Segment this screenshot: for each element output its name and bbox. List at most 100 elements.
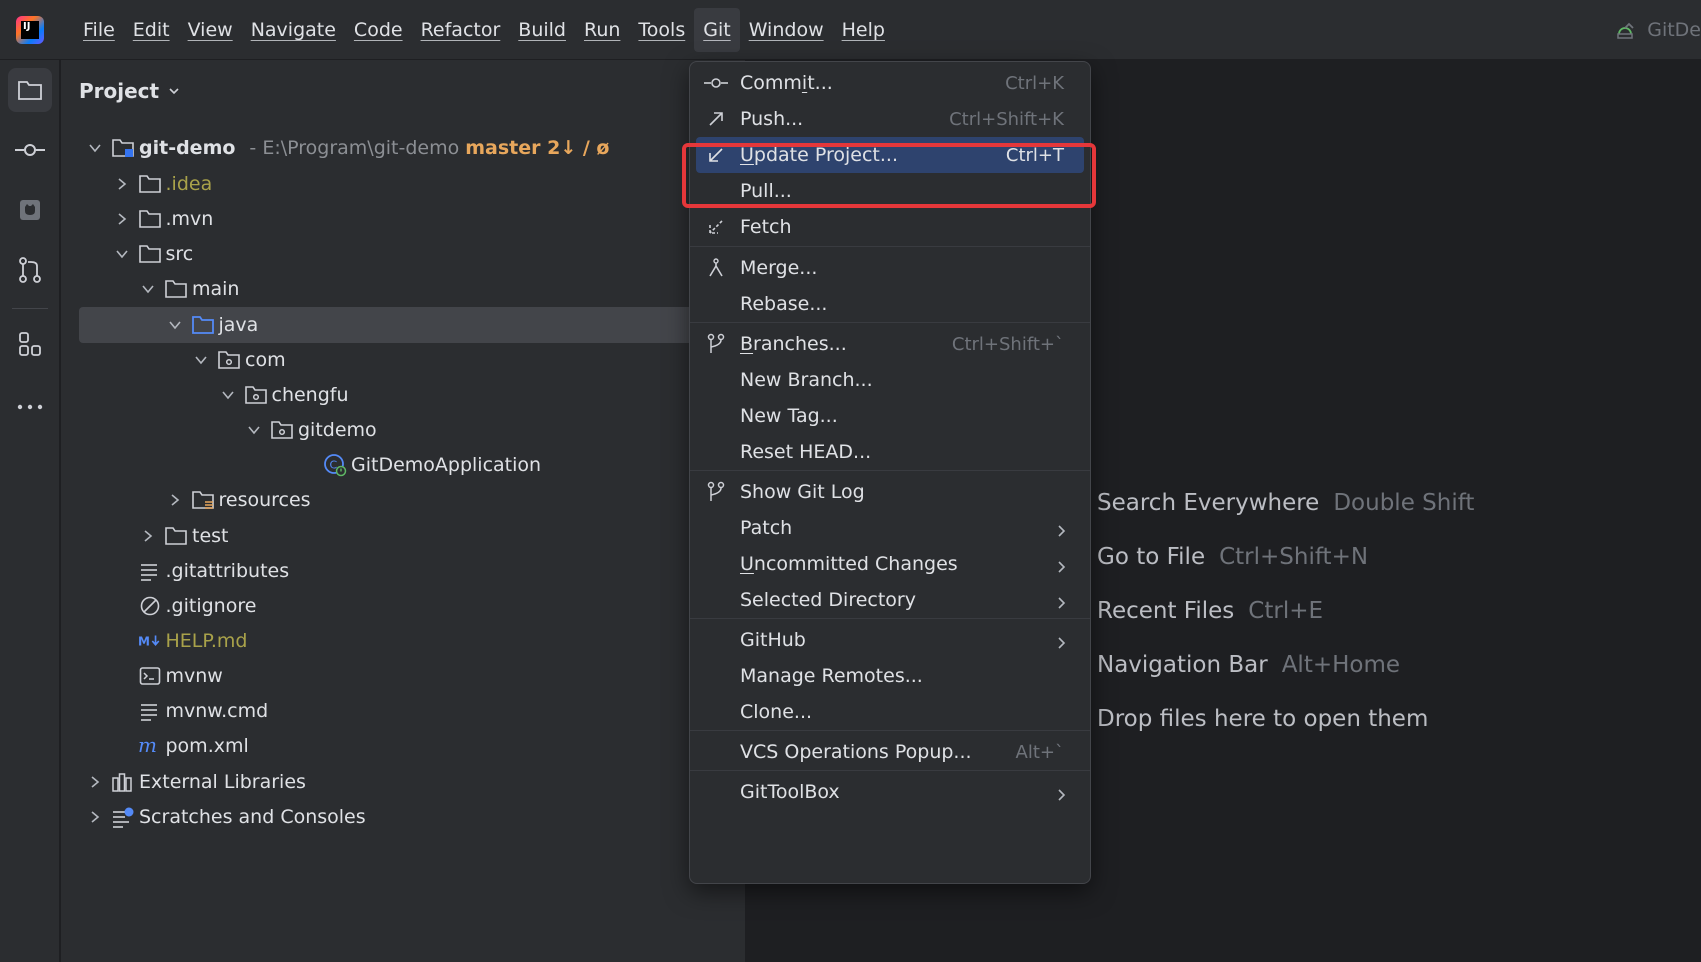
tree-item[interactable]: chengfu	[79, 377, 746, 413]
tree-item[interactable]: mvnw.cmd	[79, 693, 746, 729]
git-menu-new-branch[interactable]: New Branch...	[696, 362, 1084, 398]
commit-tool-button[interactable]	[8, 128, 52, 172]
git-menu-show-git-log[interactable]: Show Git Log	[696, 474, 1084, 510]
tree-root-git-demo[interactable]: git-demo - E:\Program\git-demo master 2↓…	[79, 130, 746, 166]
tree-item[interactable]: C GitDemoApplication	[79, 447, 746, 483]
folder-icon	[138, 172, 162, 196]
git-menu-gittoolbox[interactable]: GitToolBox	[696, 774, 1084, 810]
chevron-down-icon	[169, 88, 179, 95]
tree-item[interactable]: com	[79, 342, 746, 378]
tree-item[interactable]: mvnw	[79, 658, 746, 694]
tree-item[interactable]: m pom.xml	[79, 728, 746, 764]
shortcut-hint: Ctrl+K	[1005, 72, 1064, 94]
menu-edit[interactable]: Edit	[124, 8, 179, 52]
main-menu: File Edit View Navigate Code Refactor Build Run…	[74, 0, 894, 59]
menu-separator	[690, 322, 1090, 323]
git-menu-reset-head[interactable]: Reset HEAD...	[696, 434, 1084, 470]
chevron-right-icon[interactable]	[85, 807, 105, 827]
git-menu-manage-remotes[interactable]: Manage Remotes...	[696, 658, 1084, 694]
tree-item-label: GitDemoApplication	[351, 454, 542, 477]
chevron-right-icon[interactable]	[165, 490, 185, 510]
intellij-logo-icon[interactable]	[16, 15, 44, 44]
git-menu-push[interactable]: Push... Ctrl+Shift+K	[696, 101, 1084, 137]
chevron-down-icon[interactable]	[85, 138, 105, 158]
chevron-right-icon[interactable]	[85, 772, 105, 792]
pull-requests-tool-button[interactable]	[8, 248, 52, 292]
git-menu-fetch[interactable]: Fetch	[696, 209, 1084, 245]
tree-item[interactable]: .gitattributes	[79, 553, 746, 589]
tree-item[interactable]: test	[79, 518, 746, 554]
chevron-right-icon[interactable]	[138, 526, 158, 546]
github-tool-button[interactable]	[8, 188, 52, 232]
menu-build[interactable]: Build	[509, 8, 575, 52]
hint-shortcut: Ctrl+E	[1248, 598, 1324, 624]
menu-separator	[690, 770, 1090, 771]
project-view-selector[interactable]: Project	[79, 76, 181, 106]
tree-item[interactable]: gitdemo	[79, 412, 746, 448]
project-tool-button[interactable]	[8, 68, 52, 112]
menu-git[interactable]: Git	[694, 7, 740, 52]
tree-item[interactable]: M HELP.md	[79, 623, 746, 659]
git-menu-rebase[interactable]: Rebase...	[696, 286, 1084, 322]
menu-help[interactable]: Help	[833, 8, 894, 52]
structure-tool-button[interactable]	[8, 322, 52, 366]
tree-item-label: com	[245, 348, 286, 371]
git-menu-update-project[interactable]: Update Project... Ctrl+T	[696, 137, 1084, 173]
chevron-right-icon[interactable]	[112, 174, 132, 194]
editor-hint: Recent Files Ctrl+E	[1097, 598, 1323, 624]
tree-item[interactable]: Scratches and Consoles	[79, 799, 746, 835]
menu-window[interactable]: Window	[740, 8, 833, 52]
text-file-icon	[138, 559, 162, 583]
project-widget[interactable]: GitDe	[1615, 0, 1701, 60]
git-menu-merge[interactable]: Merge...	[696, 250, 1084, 286]
git-menu-pull[interactable]: Pull...	[696, 173, 1084, 209]
update-icon	[704, 143, 728, 167]
git-menu-clone[interactable]: Clone...	[696, 694, 1084, 730]
tree-item-label: java	[218, 313, 259, 336]
resources-folder-icon	[191, 488, 215, 512]
git-menu-patch[interactable]: Patch	[696, 510, 1084, 546]
tree-item[interactable]: .gitignore	[79, 588, 746, 624]
tree-item[interactable]: resources	[79, 482, 746, 518]
chevron-down-icon[interactable]	[165, 315, 185, 335]
git-menu-dropdown: Commit... Ctrl+K Push... Ctrl+Shift+K Update…	[689, 61, 1091, 884]
title-bar: FileEditViewNavigateCodeRefactorBuildRun…	[0, 0, 1701, 60]
git-menu-label: Patch	[740, 517, 793, 539]
chevron-down-icon[interactable]	[138, 279, 158, 299]
menu-code[interactable]: Code	[345, 8, 412, 52]
chevron-down-icon[interactable]	[191, 350, 211, 370]
menu-view[interactable]: View	[179, 8, 242, 52]
tree-item[interactable]: .idea	[79, 166, 746, 202]
chevron-right-icon[interactable]	[112, 209, 132, 229]
chevron-down-icon[interactable]	[244, 420, 264, 440]
menu-refactor[interactable]: Refactor	[412, 8, 510, 52]
git-menu-label: GitToolBox	[740, 781, 840, 803]
menu-tools[interactable]: Tools	[629, 8, 694, 52]
tree-item[interactable]: External Libraries	[79, 764, 746, 800]
folder-icon	[18, 81, 42, 100]
menu-navigate[interactable]: Navigate	[242, 8, 345, 52]
git-menu-branches[interactable]: Branches... Ctrl+Shift+`	[696, 326, 1084, 362]
hint-label: Go to File	[1097, 544, 1206, 570]
menu-run[interactable]: Run	[575, 8, 629, 52]
menu-file[interactable]: File	[74, 8, 124, 52]
shortcut-hint: Ctrl+Shift+K	[949, 108, 1064, 130]
tree-item[interactable]: main	[79, 271, 746, 307]
tree-item[interactable]: .mvn	[79, 201, 746, 237]
more-tools-button[interactable]	[8, 385, 52, 429]
hint-label: Navigation Bar	[1097, 652, 1268, 678]
git-menu-vcs-operations-popup[interactable]: VCS Operations Popup... Alt+`	[696, 734, 1084, 770]
tree-item[interactable]: src	[79, 236, 746, 272]
git-menu-commit[interactable]: Commit... Ctrl+K	[696, 65, 1084, 101]
git-menu-selected-directory[interactable]: Selected Directory	[696, 582, 1084, 618]
tool-window-strip	[0, 60, 60, 962]
chevron-down-icon[interactable]	[218, 385, 238, 405]
git-menu-new-tag[interactable]: New Tag...	[696, 398, 1084, 434]
branch-status: master 2↓ / ø	[465, 137, 610, 159]
package-icon	[217, 348, 241, 372]
git-menu-github[interactable]: GitHub	[696, 622, 1084, 658]
git-menu-uncommitted-changes[interactable]: Uncommitted Changes	[696, 546, 1084, 582]
tree-item[interactable]: java	[79, 306, 746, 343]
chevron-down-icon[interactable]	[112, 244, 132, 264]
hint-shortcut: Ctrl+Shift+N	[1219, 544, 1369, 570]
